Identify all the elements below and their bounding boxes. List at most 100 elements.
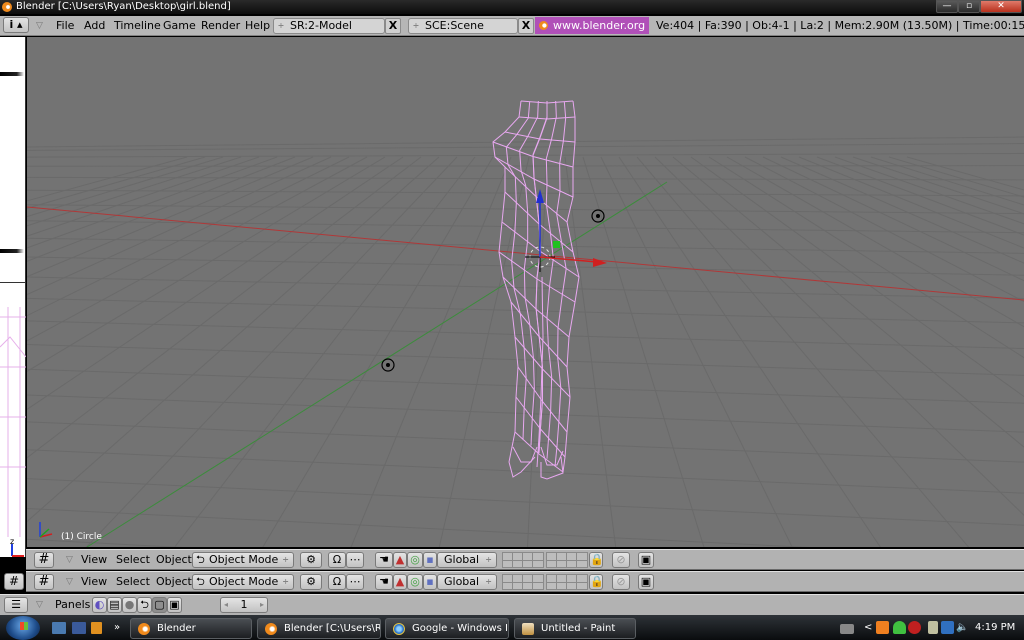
keyboard-icon[interactable] (840, 624, 854, 634)
power-icon[interactable] (928, 621, 938, 634)
floor-grid (27, 136, 1024, 547)
collapse-triangle-icon[interactable]: ▽ (66, 574, 73, 590)
menu-view[interactable]: View (81, 552, 107, 568)
antivirus-icon[interactable] (908, 621, 921, 634)
menu-object[interactable]: Object (156, 574, 192, 590)
windows-logo-icon (20, 622, 28, 630)
editor-type-button[interactable]: ☰ (4, 597, 28, 613)
layer-buttons-left[interactable] (502, 574, 544, 590)
maximize-button[interactable]: ▫ (958, 0, 980, 13)
lock-layers-button[interactable]: 🔒 (589, 552, 604, 568)
collapse-triangle-icon[interactable]: ▽ (36, 597, 43, 613)
switch-windows-icon[interactable] (72, 622, 86, 634)
delete-scene-button[interactable]: X (518, 18, 534, 34)
girl-mesh-wireframe[interactable] (492, 100, 580, 480)
render-preview-button[interactable]: ▣ (638, 574, 654, 590)
minimize-button[interactable]: — (936, 0, 958, 13)
menu-add[interactable]: Add (84, 18, 105, 34)
scene-context-button[interactable]: ▣ (167, 597, 182, 613)
volume-icon[interactable]: 🔈 (956, 620, 968, 636)
snap-button[interactable]: ⋯ (346, 552, 364, 568)
menu-select[interactable]: Select (116, 574, 150, 590)
taskbar-item-blender-file[interactable]: Blender [C:\Users\R... (257, 618, 381, 639)
taskbar-item-paint[interactable]: Untitled - Paint (514, 618, 636, 639)
brush-stroke (0, 72, 24, 76)
grid-line (27, 478, 1024, 526)
lamp-object[interactable] (591, 209, 605, 223)
buttons-window-header: ☰ ▽ Panels ◐ ▤ ● ⮌ ▢ ▣ ◂ 1 ▸ (0, 594, 1024, 615)
menu-game[interactable]: Game (163, 18, 196, 34)
rotate-manipulator[interactable]: ◎ (407, 574, 423, 590)
show-desktop-icon[interactable] (52, 622, 66, 634)
scale-manipulator[interactable]: ▪ (423, 552, 437, 568)
editor-type-button[interactable]: # (34, 552, 54, 568)
editor-type-info-button[interactable]: i ▴ (3, 17, 29, 33)
layer-buttons-left[interactable] (502, 552, 544, 568)
media-player-icon[interactable] (91, 622, 102, 634)
collapse-menu-triangle-icon[interactable]: ▽ (36, 18, 43, 34)
close-button[interactable]: ✕ (980, 0, 1022, 13)
show-hidden-icons[interactable]: < (864, 620, 872, 636)
window-titlebar: Blender [C:\Users\Ryan\Desktop\girl.blen… (0, 0, 1024, 14)
pivot-button[interactable]: Ω (328, 574, 346, 590)
translate-manipulator[interactable]: ▲ (393, 574, 407, 590)
3d-viewport[interactable]: (1) Circle (27, 37, 1024, 547)
shading-context-button[interactable]: ● (122, 597, 137, 613)
prev-arrow-icon[interactable]: ◂ (224, 598, 228, 612)
screen-selector[interactable]: ÷ SR:2-Model (273, 18, 385, 34)
menu-file[interactable]: File (56, 18, 74, 34)
manipulator-toggle[interactable]: ☚ (375, 552, 393, 568)
scene-selector[interactable]: ÷ SCE:Scene (408, 18, 518, 34)
pivot-button[interactable]: Ω (328, 552, 346, 568)
render-preview-button[interactable]: ▣ (638, 552, 654, 568)
snap-button[interactable]: ⋯ (346, 574, 364, 590)
rotate-manipulator[interactable]: ◎ (407, 552, 423, 568)
delete-screen-button[interactable]: X (385, 18, 401, 34)
draw-type-button[interactable]: ⚙ (300, 552, 322, 568)
x-axis-line (27, 206, 1024, 301)
menu-object[interactable]: Object (156, 552, 192, 568)
frame-number-field[interactable]: ◂ 1 ▸ (220, 597, 268, 613)
tray-app-icon[interactable] (876, 621, 889, 634)
layer-buttons-right[interactable] (546, 552, 588, 568)
taskbar-item-internet-explorer[interactable]: Google - Windows I... (385, 618, 509, 639)
messenger-icon[interactable] (893, 621, 906, 634)
mode-dropdown[interactable]: ⮌ Object Mode ÷ (192, 574, 294, 590)
lamp-object[interactable] (381, 358, 395, 372)
blender-icon (138, 623, 150, 635)
start-button[interactable] (6, 616, 40, 640)
menu-help[interactable]: Help (245, 18, 270, 34)
logic-context-button[interactable]: ◐ (92, 597, 107, 613)
scene-name: SCE:Scene (425, 19, 484, 32)
scale-manipulator[interactable]: ▪ (423, 574, 437, 590)
draw-type-button[interactable]: ⚙ (300, 574, 322, 590)
menu-timeline[interactable]: Timeline (114, 18, 161, 34)
mode-dropdown[interactable]: ⮌ Object Mode ÷ (192, 552, 294, 568)
link-button[interactable]: ⊘ (612, 574, 630, 590)
network-icon[interactable] (941, 621, 954, 634)
menu-select[interactable]: Select (116, 552, 150, 568)
blender-website-link[interactable]: www.blender.org 246 (535, 17, 649, 49)
editing-context-button[interactable]: ▢ (152, 597, 167, 613)
quicklaunch-overflow[interactable]: » (114, 620, 120, 636)
editor-type-button[interactable]: # (34, 574, 54, 590)
translate-manipulator[interactable]: ▲ (393, 552, 407, 568)
script-context-button[interactable]: ▤ (107, 597, 122, 613)
viewport-canvas[interactable] (27, 37, 1024, 547)
menu-render[interactable]: Render (201, 18, 240, 34)
orientation-dropdown[interactable]: Global ÷ (437, 552, 497, 568)
layer-buttons-right[interactable] (546, 574, 588, 590)
taskbar-item-blender[interactable]: Blender (130, 618, 252, 639)
menu-view[interactable]: View (81, 574, 107, 590)
next-arrow-icon[interactable]: ▸ (260, 598, 264, 612)
link-button[interactable]: ⊘ (612, 552, 630, 568)
side-editor-type-button[interactable]: # (4, 573, 24, 590)
collapse-triangle-icon[interactable]: ▽ (66, 552, 73, 568)
sphere-icon: ● (124, 598, 135, 611)
grid-line (27, 136, 1024, 148)
orientation-dropdown[interactable]: Global ÷ (437, 574, 497, 590)
clock[interactable]: 4:19 PM (975, 620, 1015, 636)
lock-layers-button[interactable]: 🔒 (589, 574, 604, 590)
manipulator-toggle[interactable]: ☚ (375, 574, 393, 590)
object-context-button[interactable]: ⮌ (137, 597, 152, 613)
